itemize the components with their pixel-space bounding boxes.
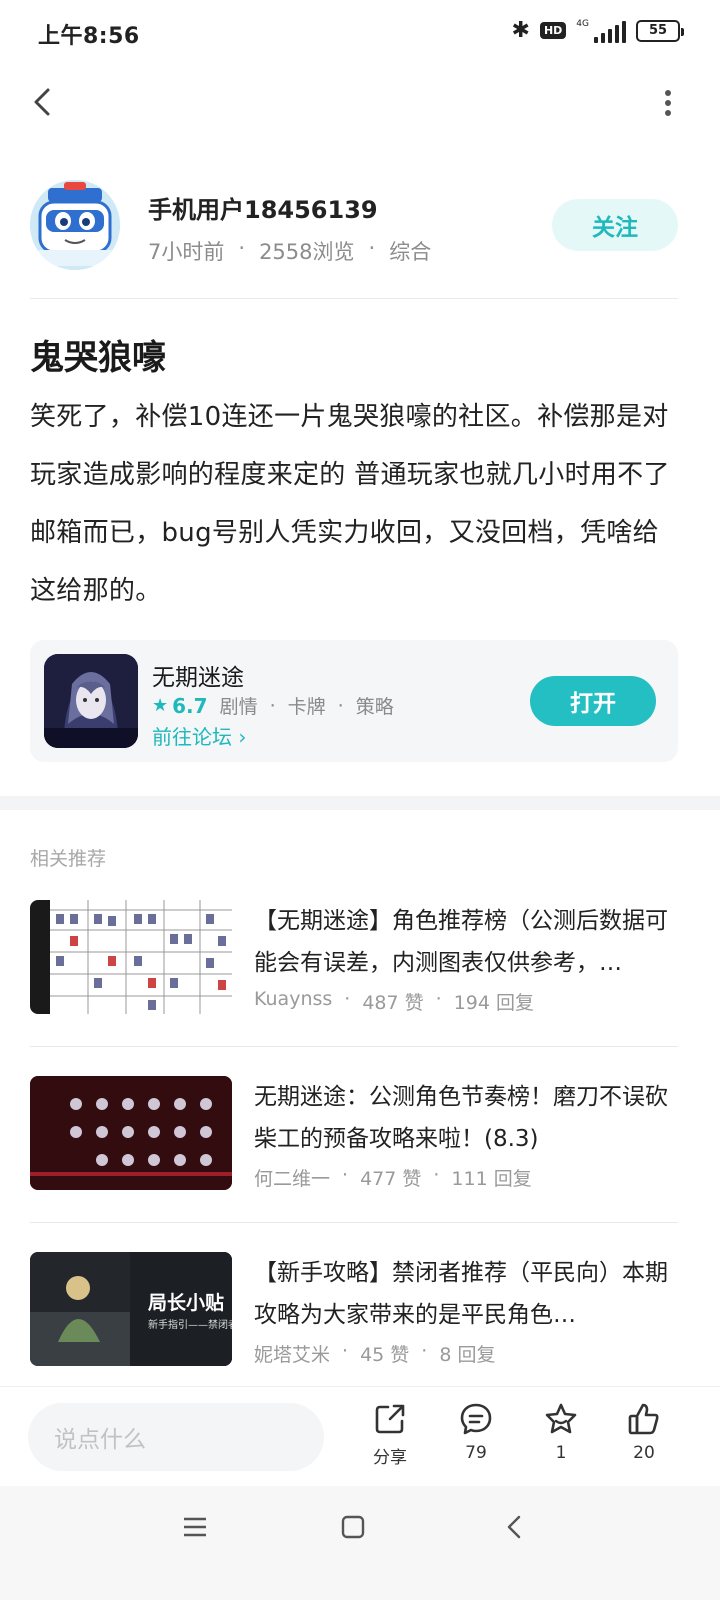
rec-likes: 487 赞 [362, 992, 424, 1014]
post-category[interactable]: 综合 [389, 236, 431, 266]
signal-icon: 4G [576, 19, 626, 43]
like-button[interactable]: 20 [614, 1401, 674, 1463]
game-rating: 6.7 [172, 693, 208, 718]
post-thumbnail[interactable] [30, 900, 232, 1014]
game-tag: 剧情 [219, 696, 258, 718]
post-body: 笑死了，补偿10连还一片鬼哭狼嚎的社区。补偿那是对玩家造成影响的程度来定的 普通… [30, 402, 670, 606]
post-thumbnail[interactable]: 局长小贴 新手指引——禁闭者 [30, 1252, 232, 1366]
list-item[interactable]: 【无期迷途】角色推荐榜（公测后数据可能会有误差，内测图表仅供参考，… Kuayn… [30, 900, 678, 1016]
comment-icon [460, 1403, 492, 1435]
view-count: 2558浏览 [259, 240, 355, 264]
avatar[interactable] [30, 180, 120, 270]
share-icon [375, 1404, 405, 1434]
thumbs-up-icon [628, 1403, 659, 1435]
star-outline-icon [545, 1403, 577, 1434]
list-item[interactable]: 局长小贴 新手指引——禁闭者 【新手攻略】禁闭者推荐（平民向）本期攻略为大家带来… [30, 1252, 678, 1368]
thumb-banner: 局长小贴 [148, 1292, 225, 1314]
share-label: 分享 [373, 1448, 407, 1468]
comment-button[interactable]: 79 [446, 1401, 506, 1463]
back-icon[interactable] [502, 1514, 528, 1540]
rec-headline[interactable]: 【无期迷途】角色推荐榜（公测后数据可能会有误差，内测图表仅供参考，… [254, 900, 678, 984]
game-tag: 卡牌 [287, 696, 326, 718]
hd-badge: HD [539, 22, 567, 39]
rec-author: 妮塔艾米 [254, 1344, 331, 1366]
rec-replies: 8 回复 [439, 1344, 496, 1366]
bluetooth-icon: ✱ [511, 18, 530, 43]
rec-meta: 妮塔艾米 · 45 赞 · 8 回复 [254, 1340, 496, 1366]
open-game-button[interactable]: 打开 [530, 676, 656, 726]
more-options-icon[interactable] [662, 90, 674, 116]
rec-headline[interactable]: 无期迷途：公测角色节奏榜！磨刀不误砍柴工的预备攻略来啦！(8.3) [254, 1076, 678, 1160]
post-time: 7小时前 [148, 240, 225, 264]
like-count: 20 [633, 1443, 655, 1463]
rec-likes: 45 赞 [360, 1344, 410, 1366]
forum-link-label[interactable]: 前往论坛 [152, 725, 232, 749]
game-tags: ★ 6.7 剧情 · 卡牌 · 策略 [152, 693, 394, 719]
battery-level: 55 [648, 23, 668, 38]
game-icon[interactable] [44, 654, 138, 748]
share-button[interactable]: 分享 [360, 1401, 420, 1468]
rec-replies: 194 回复 [453, 992, 535, 1014]
status-time: 上午8:56 [38, 24, 140, 49]
post-thumbnail[interactable] [30, 1076, 232, 1190]
game-tag: 策略 [355, 696, 394, 718]
top-nav [0, 76, 720, 128]
robot-car-avatar-icon [30, 180, 120, 270]
favorite-button[interactable]: 1 [531, 1401, 591, 1463]
thumb-subtitle: 新手指引——禁闭者 [148, 1320, 232, 1331]
rec-author: 何二维一 [254, 1168, 331, 1190]
game-card[interactable]: 无期迷途 ★ 6.7 剧情 · 卡牌 · 策略 前往论坛 › 打开 [30, 640, 678, 762]
follow-button[interactable]: 关注 [552, 199, 678, 251]
rec-meta: 何二维一 · 477 赞 · 111 回复 [254, 1164, 532, 1190]
post-meta: 7小时前 · 2558浏览 · 综合 [148, 236, 432, 266]
battery-icon: 55 [636, 19, 684, 42]
comment-input[interactable]: 说点什么 [28, 1403, 324, 1471]
bottom-action-bar: 说点什么 分享 79 1 20 [0, 1386, 720, 1486]
menu-icon[interactable] [182, 1514, 208, 1540]
recommendations-title: 相关推荐 [30, 848, 107, 870]
status-bar: 上午8:56 ✱ HD 4G 55 [0, 0, 720, 66]
rec-likes: 477 赞 [360, 1168, 422, 1190]
section-separator [0, 796, 720, 810]
rec-headline[interactable]: 【新手攻略】禁闭者推荐（平民向）本期攻略为大家带来的是平民角色… [254, 1252, 678, 1336]
star-icon: ★ [152, 695, 169, 716]
network-label: 4G [576, 18, 589, 29]
home-icon[interactable] [340, 1514, 366, 1540]
rec-meta: Kuaynss · 487 赞 · 194 回复 [254, 988, 535, 1014]
divider [30, 298, 678, 299]
chevron-right-icon: › [238, 725, 247, 749]
favorite-count: 1 [555, 1443, 567, 1463]
divider [30, 1046, 678, 1047]
post-title: 鬼哭狼嚎 [30, 338, 166, 378]
list-item[interactable]: 无期迷途：公测角色节奏榜！磨刀不误砍柴工的预备攻略来啦！(8.3) 何二维一 ·… [30, 1076, 678, 1192]
back-arrow-icon[interactable] [26, 84, 62, 120]
game-name[interactable]: 无期迷途 [152, 658, 244, 692]
forum-link[interactable]: 前往论坛 › [152, 721, 246, 750]
author-name[interactable]: 手机用户18456139 [148, 190, 378, 225]
divider [30, 1222, 678, 1223]
rec-author: Kuaynss [254, 988, 333, 1010]
status-icons: ✱ HD 4G 55 [511, 18, 684, 43]
comment-count: 79 [465, 1443, 487, 1463]
rec-replies: 111 回复 [451, 1168, 532, 1190]
system-nav-bar [0, 1486, 720, 1600]
